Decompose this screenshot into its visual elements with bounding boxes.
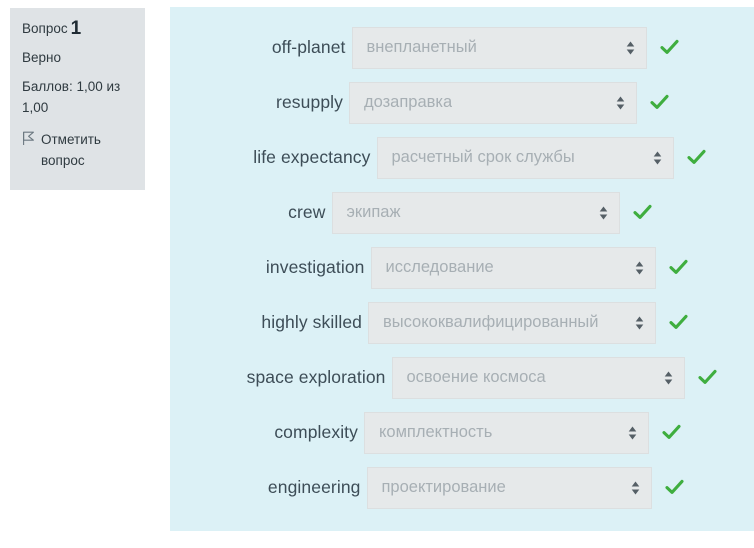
term-label: highly skilled xyxy=(236,312,368,333)
question-label: Вопрос xyxy=(22,21,68,36)
term-label: crew xyxy=(273,202,332,223)
answer-select[interactable]: исследование xyxy=(371,247,656,289)
question-marks: Баллов: 1,00 из 1,00 xyxy=(22,76,133,118)
answer-select-value: экипаж xyxy=(347,203,401,222)
answer-select-value: дозаправка xyxy=(364,93,452,112)
table-row: investigation исследование xyxy=(170,240,754,295)
check-mark-icon xyxy=(687,148,706,167)
term-label: resupply xyxy=(255,92,349,113)
answer-select-value: комплектность xyxy=(379,423,492,442)
check-mark-icon xyxy=(650,93,669,112)
answer-select-value: освоение космоса xyxy=(407,368,546,387)
question-number-line: Вопрос1 xyxy=(22,18,133,39)
answer-select[interactable]: комплектность xyxy=(364,412,649,454)
question-number: 1 xyxy=(71,18,82,39)
answer-select[interactable]: дозаправка xyxy=(349,82,637,124)
answer-select[interactable]: внепланетный xyxy=(352,27,647,69)
answer-select-value: внепланетный xyxy=(367,38,477,57)
table-row: off-planet внепланетный xyxy=(170,20,754,75)
flag-question-button[interactable]: Отметить вопрос xyxy=(22,129,133,171)
answer-select[interactable]: освоение космоса xyxy=(392,357,685,399)
table-row: resupply дозаправка xyxy=(170,75,754,130)
check-mark-icon xyxy=(698,368,717,387)
table-row: space exploration освоение космоса xyxy=(170,350,754,405)
question-info-panel: Вопрос1 Верно Баллов: 1,00 из 1,00 Отмет… xyxy=(10,8,145,190)
term-label: life expectancy xyxy=(219,147,377,168)
table-row: complexity комплектность xyxy=(170,405,754,460)
check-mark-icon xyxy=(669,258,688,277)
answer-select-value: проектирование xyxy=(382,478,506,497)
up-down-arrows-icon xyxy=(627,425,638,440)
up-down-arrows-icon xyxy=(634,260,645,275)
term-label: off-planet xyxy=(246,37,352,58)
answer-select[interactable]: экипаж xyxy=(332,192,620,234)
up-down-arrows-icon xyxy=(625,40,636,55)
check-mark-icon xyxy=(662,423,681,442)
table-row: crew экипаж xyxy=(170,185,754,240)
check-mark-icon xyxy=(660,38,679,57)
term-label: engineering xyxy=(241,477,367,498)
check-mark-icon xyxy=(665,478,684,497)
flag-question-label: Отметить вопрос xyxy=(41,129,133,171)
table-row: life expectancy расчетный срок службы xyxy=(170,130,754,185)
answer-select[interactable]: проектирование xyxy=(367,467,652,509)
check-mark-icon xyxy=(669,313,688,332)
answers-panel: off-planet внепланетный resupply дозапра… xyxy=(170,7,754,531)
table-row: engineering проектирование xyxy=(170,460,754,515)
answer-select[interactable]: высококвалифицированный xyxy=(368,302,656,344)
up-down-arrows-icon xyxy=(630,480,641,495)
term-label: space exploration xyxy=(208,367,392,388)
up-down-arrows-icon xyxy=(652,150,663,165)
term-label: complexity xyxy=(243,422,364,443)
check-mark-icon xyxy=(633,203,652,222)
answer-select-value: исследование xyxy=(386,258,494,277)
answer-select-value: расчетный срок службы xyxy=(392,148,575,167)
up-down-arrows-icon xyxy=(598,205,609,220)
question-status: Верно xyxy=(22,47,133,68)
up-down-arrows-icon xyxy=(634,315,645,330)
up-down-arrows-icon xyxy=(615,95,626,110)
flag-outline-icon xyxy=(22,131,35,146)
up-down-arrows-icon xyxy=(663,370,674,385)
answer-select[interactable]: расчетный срок службы xyxy=(377,137,674,179)
term-label: investigation xyxy=(237,257,371,278)
answer-select-value: высококвалифицированный xyxy=(383,313,599,332)
table-row: highly skilled высококвалифицированный xyxy=(170,295,754,350)
